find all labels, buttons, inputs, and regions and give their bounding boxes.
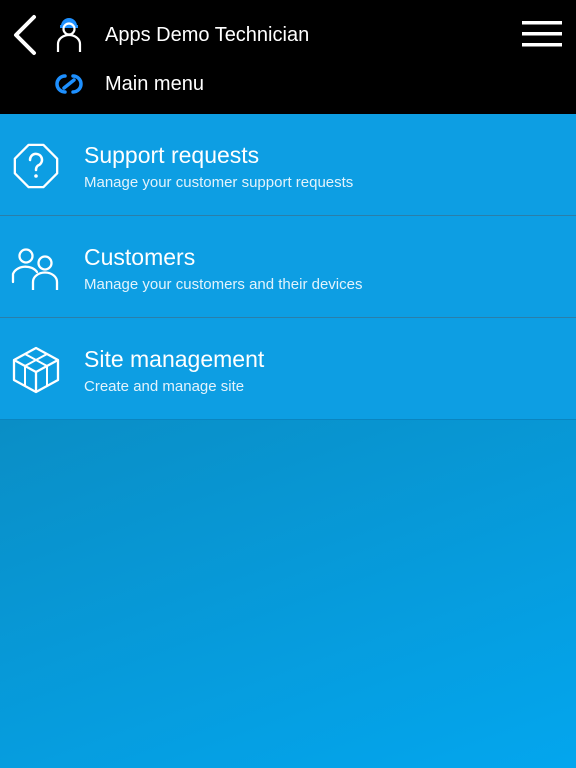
header-title: Apps Demo Technician bbox=[105, 24, 310, 46]
menu-item-description: Manage your customers and their devices bbox=[84, 276, 363, 293]
hamburger-menu-button[interactable] bbox=[520, 18, 564, 52]
menu-item-title: Customers bbox=[84, 244, 196, 270]
menu-item-title: Support requests bbox=[84, 142, 260, 168]
hamburger-menu-icon bbox=[522, 21, 562, 47]
menu-item-customers[interactable]: Customers Manage your customers and thei… bbox=[0, 216, 576, 318]
main-menu-list: Support requests Manage your customer su… bbox=[0, 114, 576, 420]
header-subtitle: Main menu bbox=[105, 73, 204, 95]
technician-user-icon bbox=[52, 14, 86, 56]
menu-item-description: Manage your customer support requests bbox=[84, 174, 354, 191]
menu-item-title: Site management bbox=[84, 346, 265, 372]
app-header: Apps Demo Technician Main menu bbox=[0, 0, 576, 114]
app-logo-icon bbox=[50, 70, 88, 98]
menu-item-site-management[interactable]: Site management Create and manage site bbox=[0, 318, 576, 420]
cube-icon bbox=[10, 344, 62, 396]
chevron-left-icon bbox=[14, 15, 36, 55]
users-icon bbox=[10, 242, 62, 294]
menu-item-description: Create and manage site bbox=[84, 378, 245, 395]
question-octagon-icon bbox=[10, 140, 62, 192]
menu-item-support-requests[interactable]: Support requests Manage your customer su… bbox=[0, 114, 576, 216]
back-button[interactable] bbox=[8, 12, 44, 58]
